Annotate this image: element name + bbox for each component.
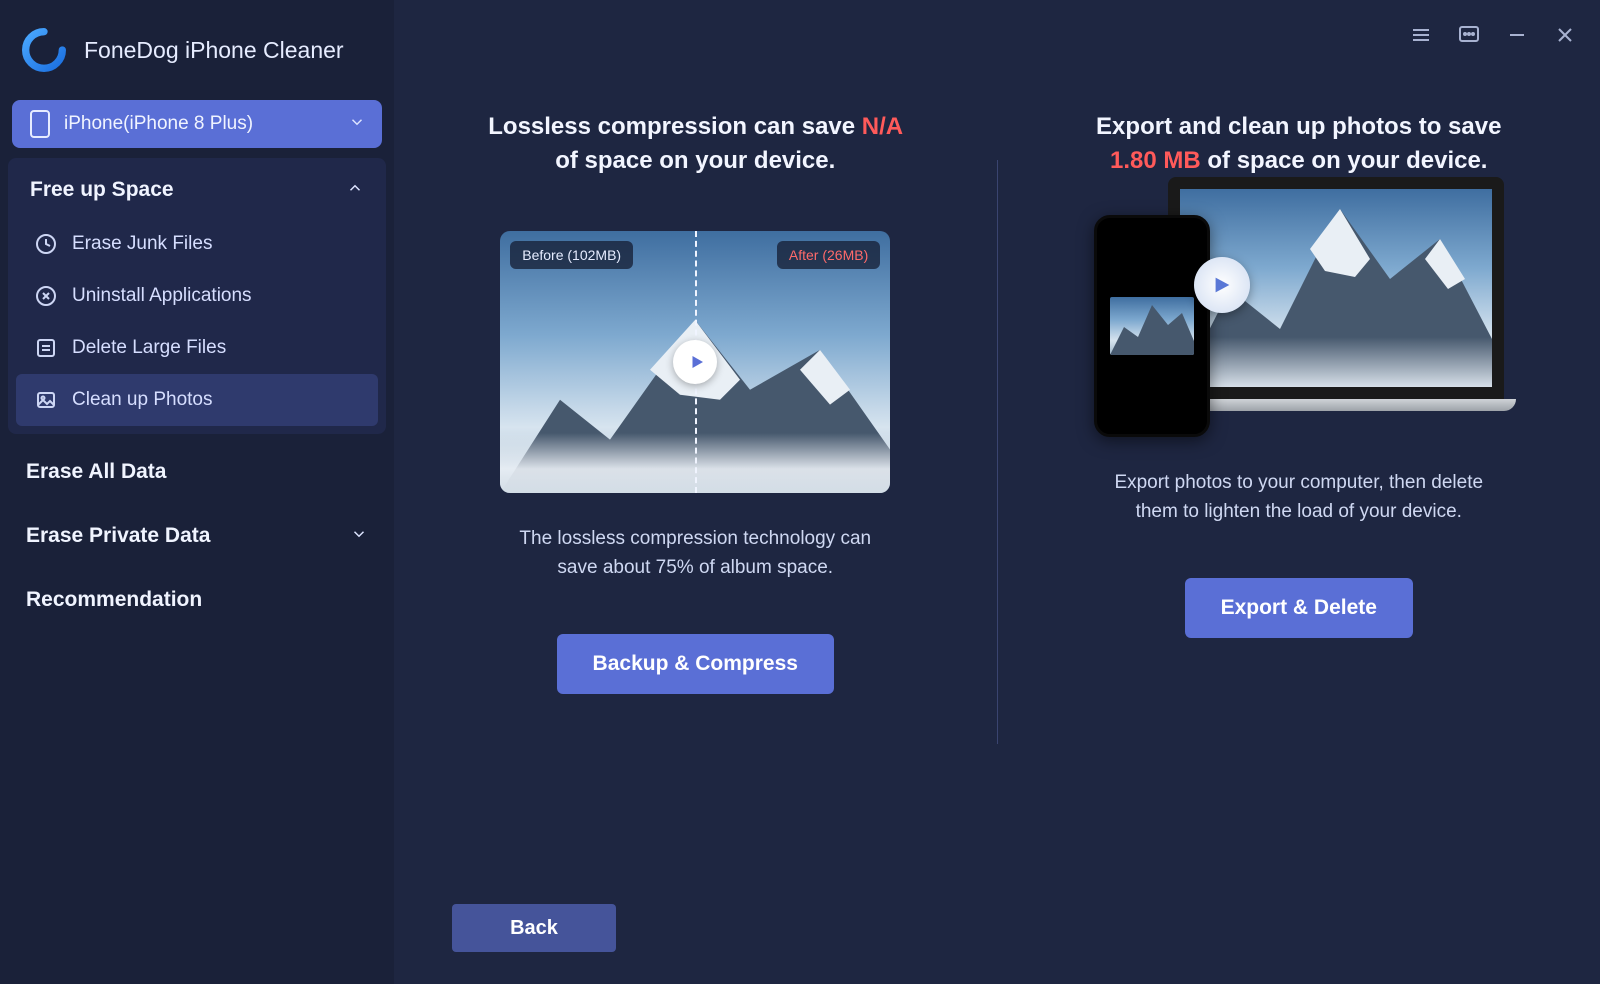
chevron-up-icon: [346, 179, 364, 202]
device-label: iPhone(iPhone 8 Plus): [64, 113, 253, 135]
nav-item-label: Erase Junk Files: [72, 233, 212, 255]
minimize-icon[interactable]: [1504, 22, 1530, 48]
nav-header-free-up-space[interactable]: Free up Space: [8, 162, 386, 218]
nav-title: Free up Space: [30, 178, 174, 202]
nav-title: Erase All Data: [26, 460, 166, 484]
sidebar-item-recommendation[interactable]: Recommendation: [0, 568, 394, 632]
feedback-icon[interactable]: [1456, 22, 1482, 48]
play-icon[interactable]: [673, 340, 717, 384]
list-icon: [34, 336, 58, 360]
headline-post: of space on your device.: [1201, 147, 1488, 174]
chevron-down-icon: [350, 525, 368, 548]
photo-icon: [34, 388, 58, 412]
headline-pre: Lossless compression can save: [488, 113, 862, 140]
nav-item-label: Delete Large Files: [72, 337, 226, 359]
headline-compress: Lossless compression can save N/A of spa…: [485, 110, 905, 177]
close-icon[interactable]: [1552, 22, 1578, 48]
app-title: FoneDog iPhone Cleaner: [84, 37, 344, 64]
app-logo-icon: [22, 28, 66, 72]
compress-subtext: The lossless compression technology can …: [505, 525, 885, 582]
headline-export: Export and clean up photos to save 1.80 …: [1089, 110, 1509, 177]
phone-graphic: [1094, 215, 1210, 437]
window-controls: [1408, 22, 1578, 48]
transfer-arrow-icon: [1194, 257, 1250, 313]
nav-free-up-space: Free up Space Erase Junk Files Uninstall…: [8, 158, 386, 434]
device-selector[interactable]: iPhone(iPhone 8 Plus): [12, 100, 382, 148]
back-row: Back: [394, 904, 1600, 984]
sidebar-item-erase-all[interactable]: Erase All Data: [0, 440, 394, 504]
after-badge: After (26MB): [777, 241, 880, 269]
export-subtext: Export photos to your computer, then del…: [1109, 469, 1489, 526]
headline-accent: 1.80 MB: [1110, 147, 1201, 174]
backup-compress-button[interactable]: Backup & Compress: [557, 634, 834, 694]
uninstall-icon: [34, 284, 58, 308]
sidebar: FoneDog iPhone Cleaner iPhone(iPhone 8 P…: [0, 0, 394, 984]
before-badge: Before (102MB): [510, 241, 633, 269]
sidebar-item-clean-photos[interactable]: Clean up Photos: [16, 374, 378, 426]
export-delete-button[interactable]: Export & Delete: [1185, 578, 1413, 638]
panel-compress: Lossless compression can save N/A of spa…: [394, 0, 997, 904]
content-panels: Lossless compression can save N/A of spa…: [394, 0, 1600, 904]
phone-icon: [30, 110, 50, 138]
panel-export: Export and clean up photos to save 1.80 …: [998, 0, 1600, 904]
headline-accent: N/A: [862, 113, 902, 140]
nav-item-label: Clean up Photos: [72, 389, 213, 411]
brand: FoneDog iPhone Cleaner: [0, 18, 394, 100]
clock-icon: [34, 232, 58, 256]
compress-illustration: Before (102MB) After (26MB): [500, 231, 890, 493]
back-button[interactable]: Back: [452, 904, 616, 952]
sidebar-item-uninstall[interactable]: Uninstall Applications: [8, 270, 386, 322]
export-illustration: [1094, 177, 1504, 437]
nav-title: Erase Private Data: [26, 524, 210, 548]
sidebar-item-large-files[interactable]: Delete Large Files: [8, 322, 386, 374]
headline-post: of space on your device.: [555, 147, 835, 174]
main-area: Lossless compression can save N/A of spa…: [394, 0, 1600, 984]
chevron-down-icon: [348, 113, 366, 136]
sidebar-item-erase-private[interactable]: Erase Private Data: [0, 504, 394, 568]
nav-item-label: Uninstall Applications: [72, 285, 252, 307]
menu-icon[interactable]: [1408, 22, 1434, 48]
app-window: FoneDog iPhone Cleaner iPhone(iPhone 8 P…: [0, 0, 1600, 984]
nav-title: Recommendation: [26, 588, 202, 612]
headline-pre: Export and clean up photos to save: [1096, 113, 1501, 140]
sidebar-item-erase-junk[interactable]: Erase Junk Files: [8, 218, 386, 270]
